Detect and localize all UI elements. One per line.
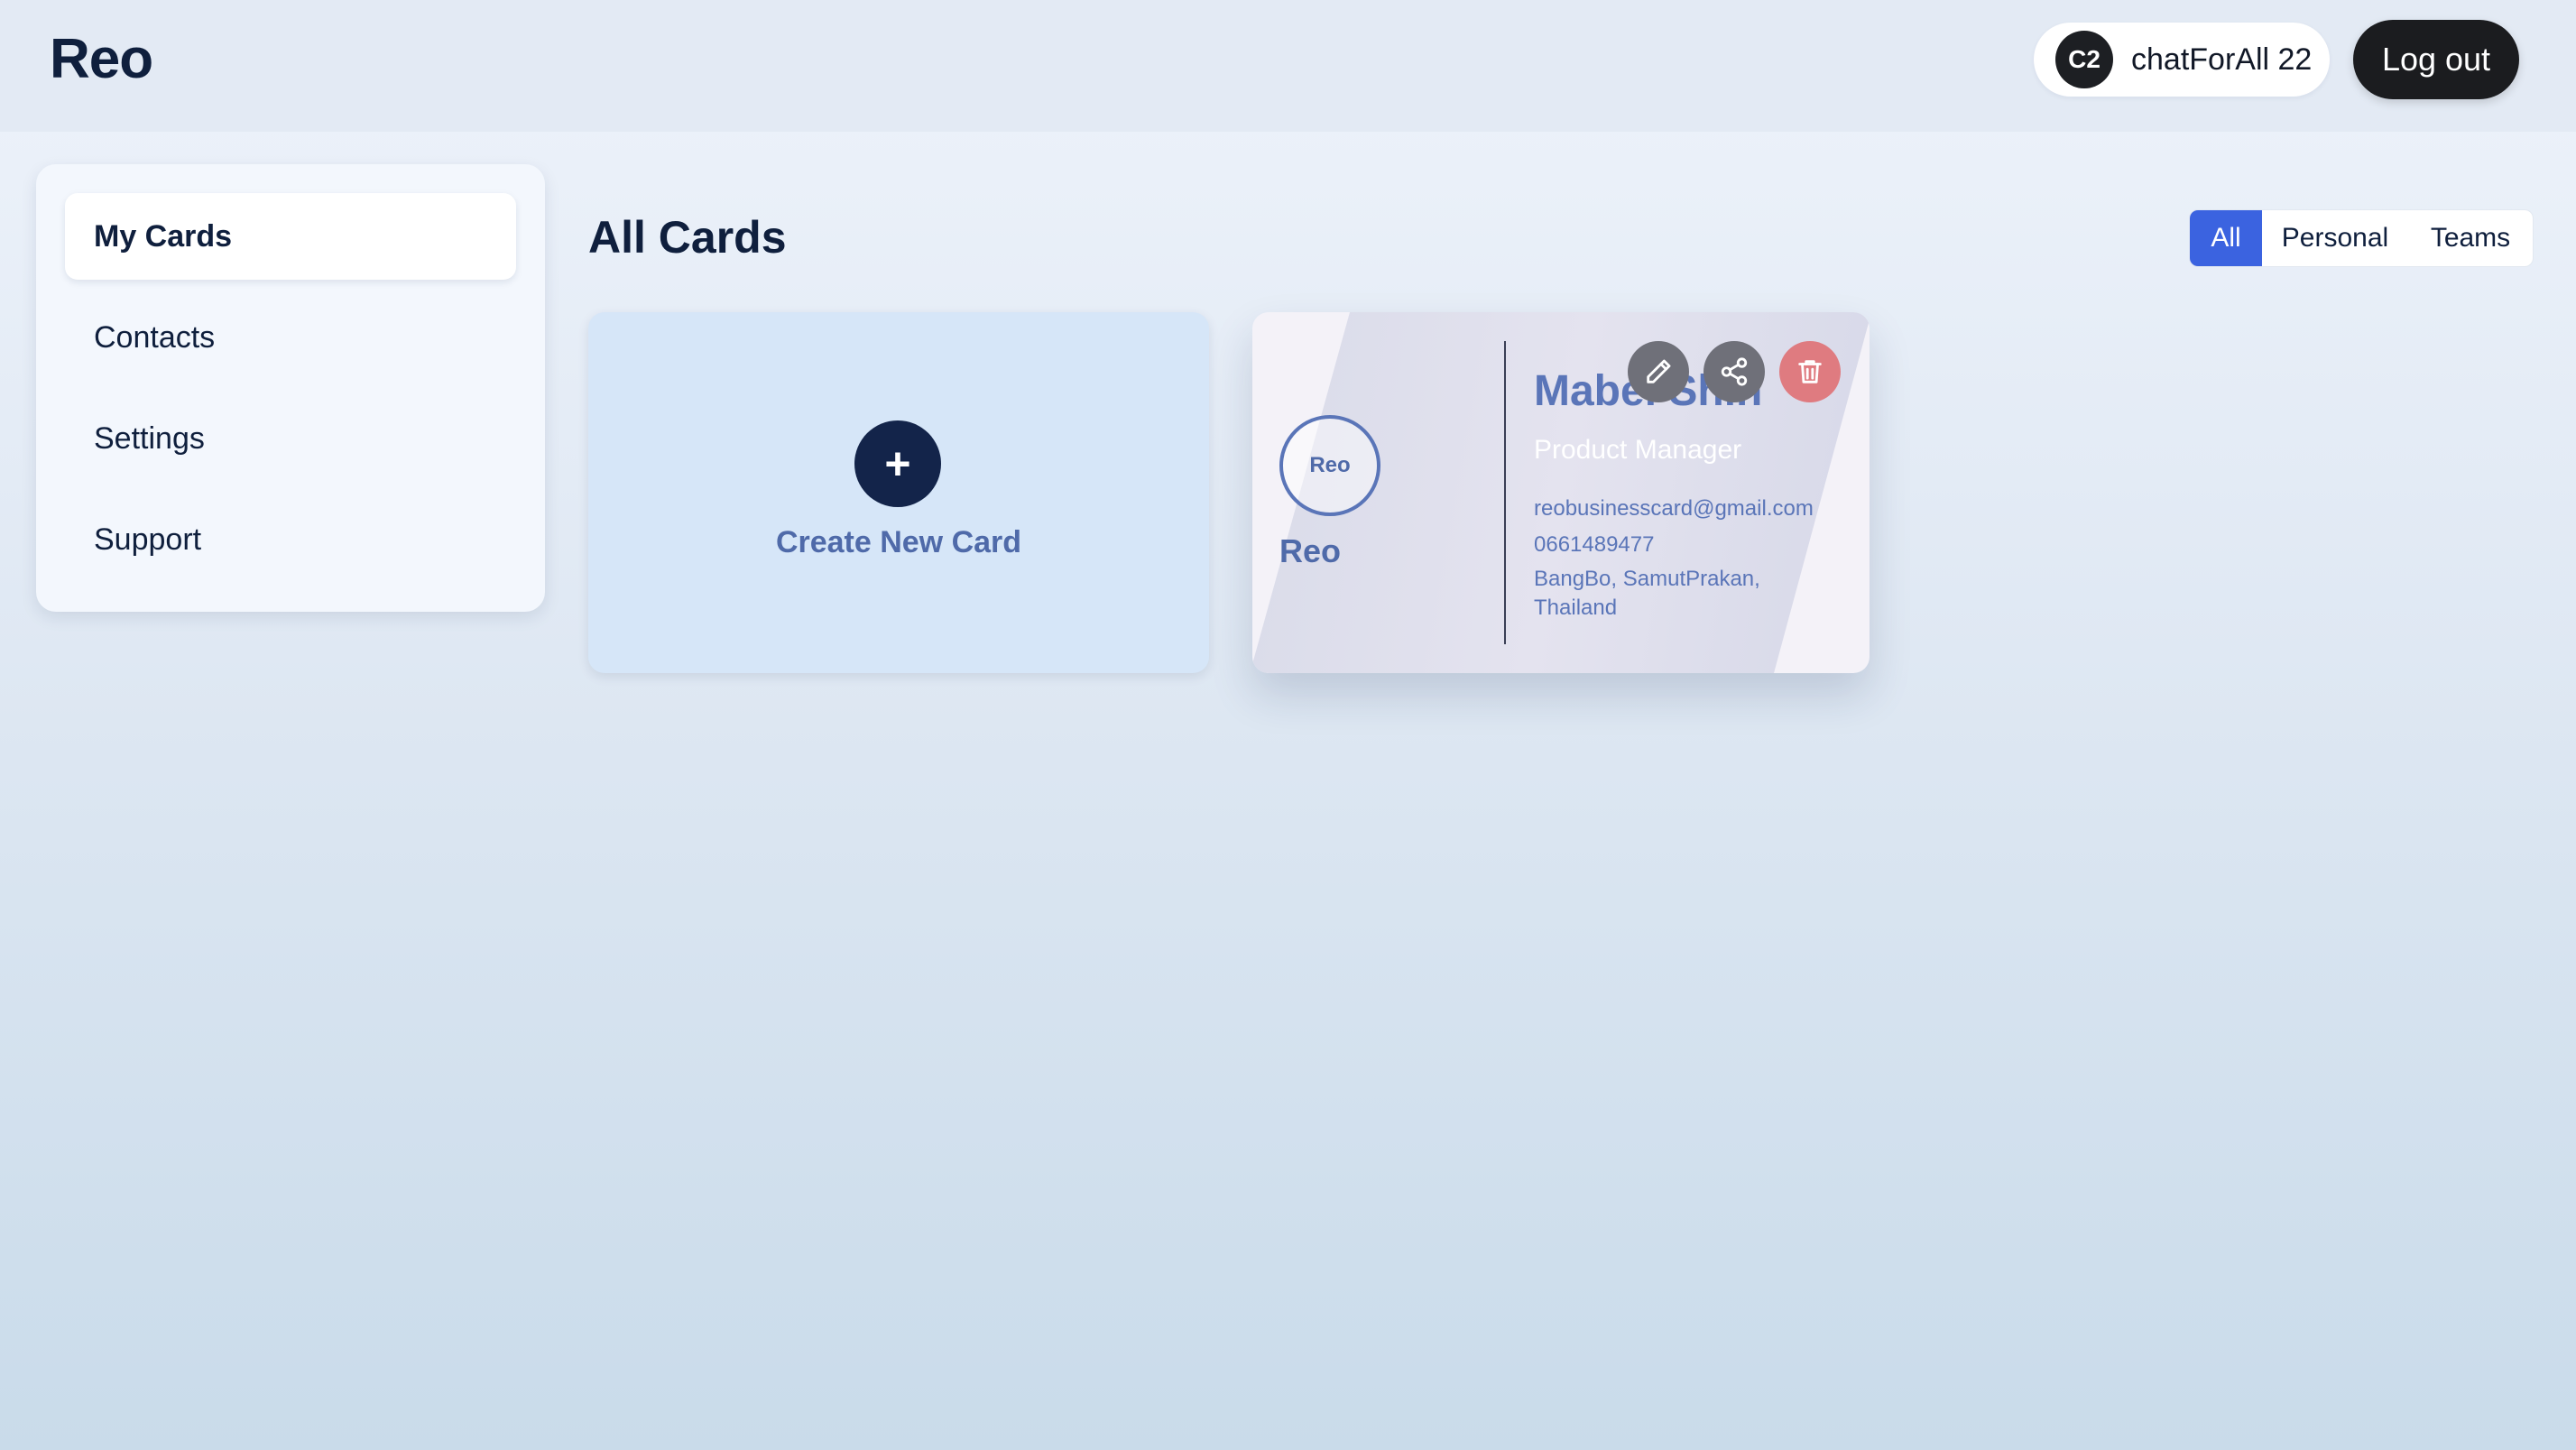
app-logo[interactable]: Reo (50, 27, 153, 91)
top-bar: Reo C2 chatForAll 22 Log out (0, 0, 2576, 132)
sidebar: My Cards Contacts Settings Support (36, 164, 545, 612)
card-email: reobusinesscard@gmail.com (1534, 496, 1814, 521)
page-title: All Cards (588, 212, 787, 263)
sidebar-item-support[interactable]: Support (65, 496, 516, 583)
share-card-button[interactable] (1703, 341, 1765, 402)
filter-all-button[interactable]: All (2190, 210, 2262, 266)
logout-button[interactable]: Log out (2353, 20, 2519, 99)
card-address: BangBo, SamutPrakan, Thailand (1534, 567, 1760, 620)
user-avatar: C2 (2055, 31, 2113, 88)
card-logo: Reo (1279, 415, 1380, 516)
sidebar-item-settings[interactable]: Settings (65, 395, 516, 482)
sidebar-item-my-cards[interactable]: My Cards (65, 193, 516, 280)
sidebar-item-contacts[interactable]: Contacts (65, 294, 516, 381)
card-filter-toggle: All Personal Teams (2189, 209, 2534, 267)
plus-icon: + (854, 420, 941, 507)
card-logo-text: Reo (1309, 453, 1351, 477)
trash-icon (1798, 360, 1822, 383)
create-new-card-label: Create New Card (775, 525, 1022, 559)
filter-teams-button[interactable]: Teams (2408, 210, 2533, 266)
card-job-title: Product Manager (1534, 435, 1742, 465)
user-name: chatForAll 22 (2131, 42, 2313, 77)
pencil-icon (1647, 359, 1671, 383)
create-new-card-tile[interactable]: + Create New Card (588, 312, 1209, 673)
card-divider (1504, 341, 1506, 644)
filter-personal-button[interactable]: Personal (2262, 210, 2408, 266)
delete-card-button[interactable] (1779, 341, 1841, 402)
card-phone: 0661489477 (1534, 532, 1655, 557)
user-profile-chip[interactable]: C2 chatForAll 22 (2034, 23, 2330, 97)
business-card[interactable]: Reo Reo Mabel Shin Product Manager reobu… (1252, 312, 1870, 673)
card-brand: Reo (1279, 532, 1342, 569)
share-icon (1721, 357, 1748, 386)
edit-card-button[interactable] (1628, 341, 1689, 402)
